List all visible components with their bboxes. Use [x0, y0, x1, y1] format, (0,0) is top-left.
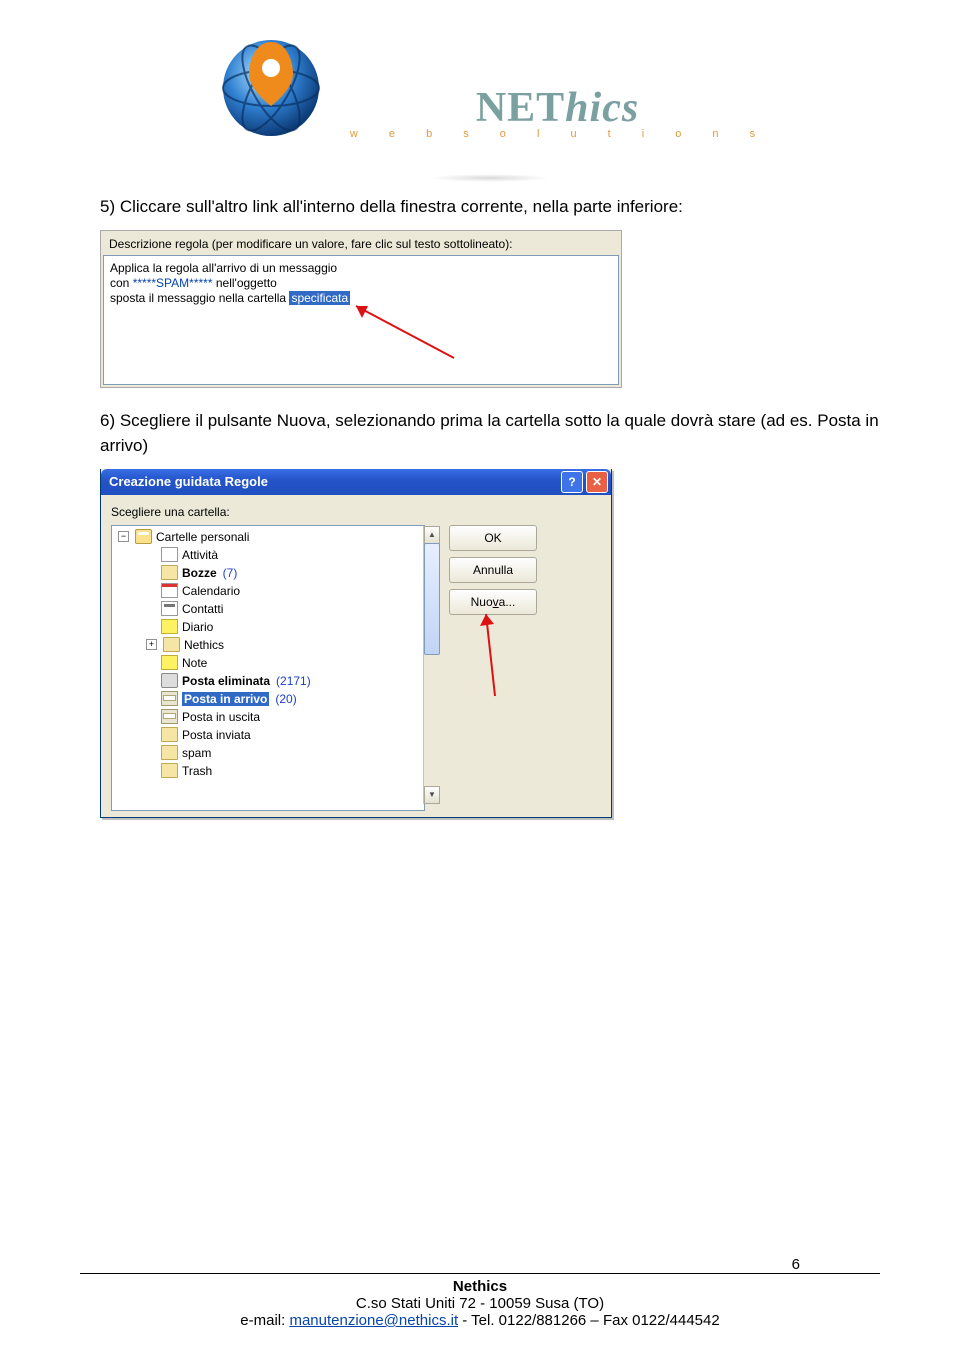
tree-item-label: spam	[182, 746, 211, 760]
tree-row[interactable]: − Cartelle personali	[114, 528, 424, 546]
folder-tree[interactable]: − Cartelle personali Attività Bozze (7) Cale…	[111, 525, 425, 811]
tree-row[interactable]: Note	[114, 654, 424, 672]
tree-item-count: (7)	[223, 566, 238, 580]
rule-line2: con *****SPAM***** nell'oggetto	[110, 276, 612, 290]
tree-row[interactable]: Attività	[114, 546, 424, 564]
footer-contact: e-mail: manutenzione@nethics.it - Tel. 0…	[80, 1312, 880, 1329]
tree-item-label: Posta inviata	[182, 728, 251, 742]
tree-row[interactable]: + Nethics	[114, 636, 424, 654]
footer-company: Nethics	[80, 1278, 880, 1295]
step5-text: 5) Cliccare sull'altro link all'interno …	[100, 194, 880, 220]
scroll-down-icon[interactable]: ▼	[424, 786, 440, 804]
dialog-instruction: Scegliere una cartella:	[111, 505, 601, 519]
help-button[interactable]: ?	[561, 471, 583, 493]
ok-button[interactable]: OK	[449, 525, 537, 551]
tree-item-label: Trash	[182, 764, 212, 778]
tree-item-label: Posta in uscita	[182, 710, 260, 724]
root-icon	[135, 529, 152, 544]
folder-icon	[161, 745, 178, 760]
inbox-icon	[161, 709, 178, 724]
tree-row[interactable]: Contatti	[114, 600, 424, 618]
contacts-icon	[161, 601, 178, 616]
tree-row[interactable]: Posta eliminata (2171)	[114, 672, 424, 690]
globe-icon	[211, 30, 331, 140]
expand-icon[interactable]: +	[146, 639, 157, 650]
tree-row[interactable]: Posta in arrivo (20)	[114, 690, 424, 708]
tree-item-label: Posta eliminata	[182, 674, 270, 688]
tree-item-label: Nethics	[184, 638, 224, 652]
red-arrow-icon	[344, 298, 464, 368]
rule-desc-label: Descrizione regola (per modificare un va…	[101, 231, 621, 255]
tree-row[interactable]: Calendario	[114, 582, 424, 600]
tree-item-label: Calendario	[182, 584, 240, 598]
brand-name: NEThics	[346, 84, 769, 132]
rule-desc-box: Applica la regola all'arrivo di un messa…	[103, 255, 619, 385]
cancel-button[interactable]: Annulla	[449, 557, 537, 583]
tree-row[interactable]: Diario	[114, 618, 424, 636]
header-logo: NEThics w e b s o l u t i o n s	[100, 30, 880, 182]
tree-item-label: Posta in arrivo	[182, 692, 269, 706]
note-icon	[161, 655, 178, 670]
scroll-thumb[interactable]	[424, 543, 440, 655]
tree-row[interactable]: Trash	[114, 762, 424, 780]
rule-line1: Applica la regola all'arrivo di un messa…	[110, 261, 612, 275]
rule-spam-link[interactable]: *****SPAM*****	[133, 276, 213, 290]
red-arrow-icon	[480, 606, 540, 706]
tree-item-label: Cartelle personali	[156, 530, 249, 544]
dialog-title: Creazione guidata Regole	[109, 474, 268, 489]
page-number: 6	[792, 1256, 800, 1273]
tree-item-count: (2171)	[276, 674, 311, 688]
brand-tagline: w e b s o l u t i o n s	[350, 128, 769, 140]
rule-folder-link[interactable]: specificata	[289, 291, 350, 305]
tree-row[interactable]: Bozze (7)	[114, 564, 424, 582]
note-icon	[161, 619, 178, 634]
step6-text: 6) Scegliere il pulsante Nuova, selezion…	[100, 408, 880, 459]
folder-icon	[161, 763, 178, 778]
task-icon	[161, 547, 178, 562]
footer-email-link[interactable]: manutenzione@nethics.it	[289, 1312, 458, 1329]
cal-icon	[161, 583, 178, 598]
tree-row[interactable]: Posta in uscita	[114, 708, 424, 726]
trash-icon	[161, 673, 178, 688]
dialog-titlebar: Creazione guidata Regole ? ✕	[101, 469, 611, 495]
folder-icon	[161, 565, 178, 580]
tree-item-label: Note	[182, 656, 207, 670]
folder-icon	[163, 637, 180, 652]
scroll-up-icon[interactable]: ▲	[424, 526, 440, 544]
collapse-icon[interactable]: −	[118, 531, 129, 542]
folder-picker-dialog: Creazione guidata Regole ? ✕ Scegliere u…	[100, 469, 612, 818]
tree-item-label: Bozze	[182, 566, 217, 580]
close-button[interactable]: ✕	[586, 471, 608, 493]
tree-scrollbar[interactable]: ▲ ▼	[423, 526, 440, 804]
new-folder-button[interactable]: Nuova...	[449, 589, 537, 615]
tree-row[interactable]: Posta inviata	[114, 726, 424, 744]
page-footer: 6 Nethics C.so Stati Uniti 72 - 10059 Su…	[80, 1273, 880, 1329]
footer-address: C.so Stati Uniti 72 - 10059 Susa (TO)	[80, 1295, 880, 1312]
tree-item-label: Attività	[182, 548, 218, 562]
rule-description-panel: Descrizione regola (per modificare un va…	[100, 230, 622, 388]
inbox-icon	[161, 691, 178, 706]
tree-row[interactable]: spam	[114, 744, 424, 762]
folder-icon	[161, 727, 178, 742]
tree-item-label: Contatti	[182, 602, 223, 616]
tree-item-count: (20)	[275, 692, 296, 706]
tree-item-label: Diario	[182, 620, 213, 634]
